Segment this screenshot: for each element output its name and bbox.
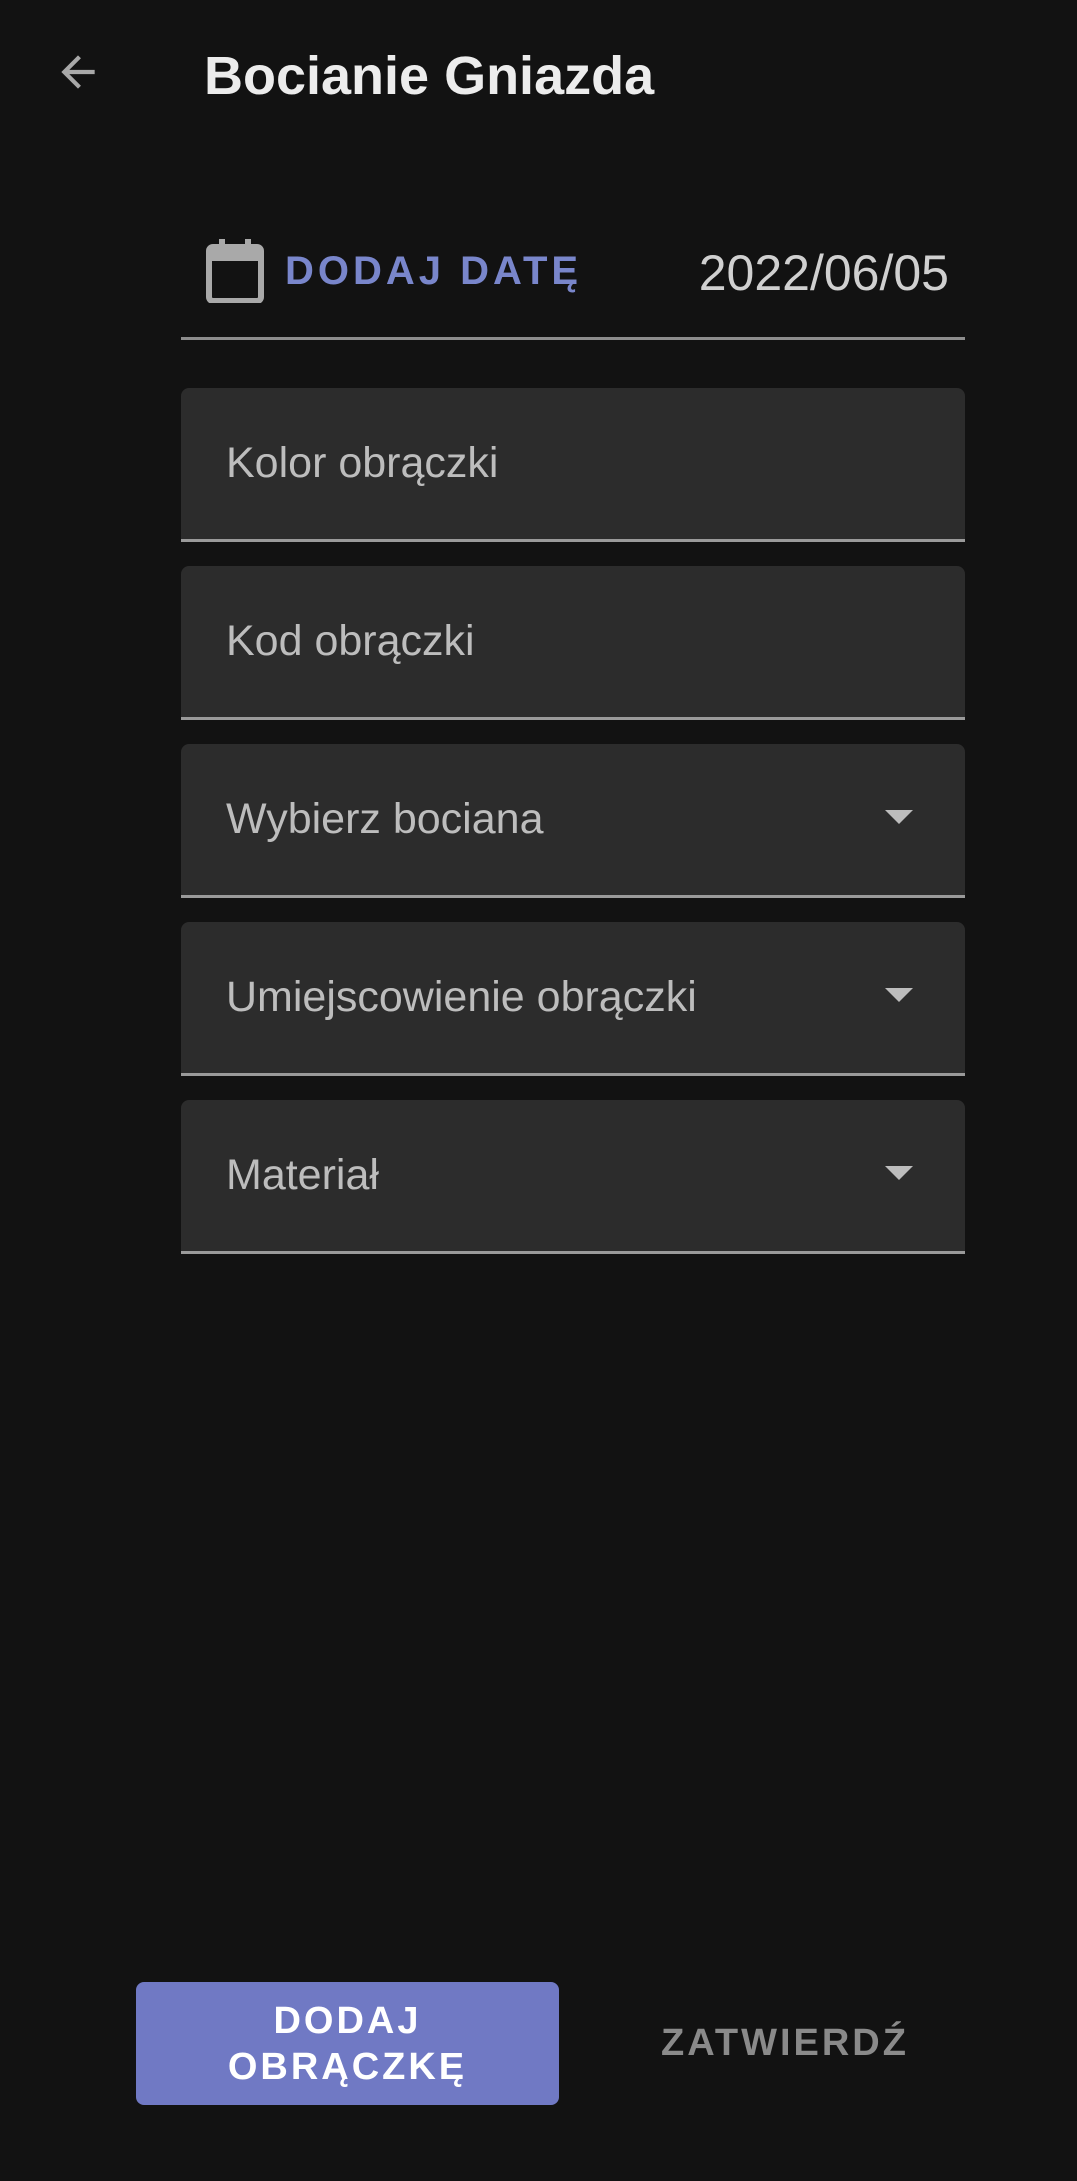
date-row: DODAJ DATĘ 2022/06/05 xyxy=(181,212,965,340)
ring-color-field[interactable]: Kolor obrączki xyxy=(181,388,965,542)
add-date-button[interactable]: DODAJ DATĘ xyxy=(205,230,582,312)
app-bar: Bocianie Gniazda xyxy=(0,0,1077,155)
dropdown-arrow-icon xyxy=(885,988,913,1002)
ring-placement-select[interactable]: Umiejscowienie obrączki xyxy=(181,922,965,1076)
ring-color-label: Kolor obrączki xyxy=(226,439,499,487)
selected-date: 2022/06/05 xyxy=(698,245,949,301)
material-select[interactable]: Materiał xyxy=(181,1100,965,1254)
material-label: Materiał xyxy=(226,1151,379,1199)
stork-select[interactable]: Wybierz bociana xyxy=(181,744,965,898)
confirm-button[interactable]: ZATWIERDŹ xyxy=(640,1982,930,2105)
ring-code-field[interactable]: Kod obrączki xyxy=(181,566,965,720)
ring-placement-label: Umiejscowienie obrączki xyxy=(226,973,697,1021)
add-ring-button[interactable]: DODAJ OBRĄCZKĘ xyxy=(136,1982,559,2105)
stork-select-label: Wybierz bociana xyxy=(226,795,544,843)
page-title: Bocianie Gniazda xyxy=(204,46,655,106)
arrow-left-icon xyxy=(61,55,95,89)
dropdown-arrow-icon xyxy=(885,810,913,824)
calendar-icon xyxy=(205,239,265,303)
back-button[interactable] xyxy=(40,34,116,110)
dropdown-arrow-icon xyxy=(885,1166,913,1180)
add-date-label: DODAJ DATĘ xyxy=(285,248,583,293)
confirm-button-label: ZATWIERDŹ xyxy=(661,2022,909,2064)
add-ring-button-label: DODAJ OBRĄCZKĘ xyxy=(227,1999,468,2088)
ring-code-label: Kod obrączki xyxy=(226,617,475,665)
